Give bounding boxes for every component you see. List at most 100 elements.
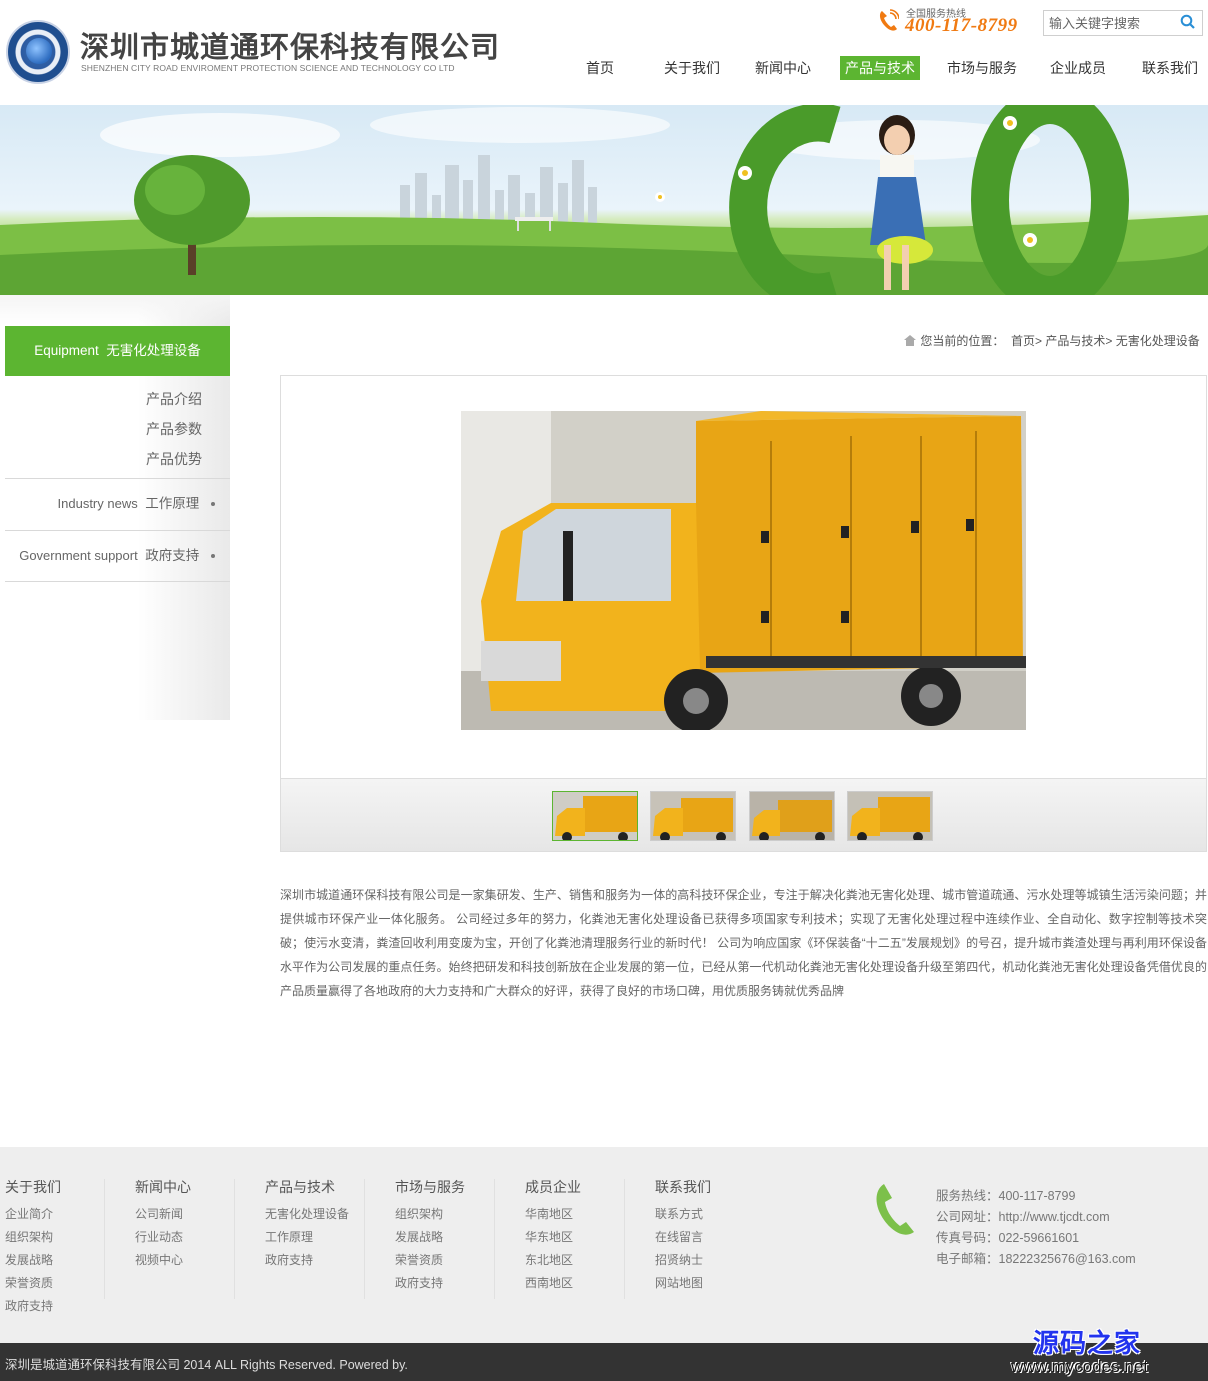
footer-link[interactable]: 联系方式	[655, 1203, 785, 1226]
breadcrumb-current[interactable]: 无害化处理设备	[1116, 334, 1200, 348]
category-en: Government support	[19, 548, 138, 563]
breadcrumb-prefix: 您当前的位置：	[920, 334, 1005, 348]
sidebar-item-product-advantages[interactable]: 产品优势	[146, 449, 202, 469]
nav-contact[interactable]: 联系我们	[1142, 56, 1198, 80]
thumbnail[interactable]	[847, 791, 933, 841]
company-description: 深圳市城道通环保科技有限公司是一家集研发、生产、销售和服务为一体的高科技环保企业…	[280, 888, 1207, 998]
main-product-photo[interactable]	[461, 411, 1026, 730]
footer-link[interactable]: 企业简介	[5, 1203, 135, 1226]
watermark-text: 源码之家	[1033, 1329, 1142, 1359]
sidebar-header-en: Equipment	[34, 343, 99, 358]
banner-image	[0, 105, 1208, 295]
contact-fax: 传真号码：022-59661601	[936, 1231, 1080, 1245]
nav-members[interactable]: 企业成员	[1050, 56, 1106, 80]
footer-link[interactable]: 华东地区	[525, 1226, 655, 1249]
hero-banner	[0, 105, 1208, 295]
category-cn: 政府支持	[145, 548, 200, 563]
footer-divider	[494, 1179, 495, 1299]
footer-link[interactable]: 组织架构	[395, 1203, 525, 1226]
sidebar-item-product-intro[interactable]: 产品介绍	[146, 389, 202, 409]
main-nav: 首页 关于我们 新闻中心 产品与技术 市场与服务 企业成员 联系我们	[570, 56, 1208, 82]
footer-link[interactable]: 在线留言	[655, 1226, 785, 1249]
company-name-en: SHENZHEN CITY ROAD ENVIROMENT PROTECTION…	[81, 63, 455, 73]
footer-link[interactable]: 东北地区	[525, 1249, 655, 1272]
header: 深圳市城道通环保科技有限公司 SHENZHEN CITY ROAD ENVIRO…	[0, 0, 1208, 105]
contact-hotline: 服务热线：400-117-8799	[936, 1189, 1076, 1203]
footer-col-title: 新闻中心	[135, 1179, 191, 1195]
footer-col-title: 成员企业	[525, 1179, 581, 1195]
footer-divider	[364, 1179, 365, 1299]
footer-col-about: 关于我们 企业简介 组织架构 发展战略 荣誉资质 政府支持	[5, 1177, 135, 1318]
thumbnail-bar	[281, 778, 1206, 851]
hotline-number: 400-117-8799	[905, 15, 1018, 36]
footer-col-market: 市场与服务 组织架构 发展战略 荣誉资质 政府支持	[395, 1177, 525, 1295]
footer-link[interactable]: 荣誉资质	[5, 1272, 135, 1295]
search-input[interactable]	[1044, 11, 1174, 35]
breadcrumb: 您当前的位置： 首页> 产品与技术> 无害化处理设备	[903, 332, 1200, 349]
phone-icon	[879, 9, 899, 31]
company-name: 深圳市城道通环保科技有限公司	[80, 30, 501, 64]
footer-link[interactable]: 视频中心	[135, 1249, 265, 1272]
footer-link[interactable]: 政府支持	[5, 1295, 135, 1318]
breadcrumb-home[interactable]: 首页	[1011, 334, 1035, 348]
footer-link[interactable]: 政府支持	[395, 1272, 525, 1295]
truck-image	[461, 411, 1026, 730]
category-cn: 工作原理	[145, 496, 200, 511]
sidebar-header-cn: 无害化处理设备	[106, 343, 201, 358]
sidebar: Equipment 无害化处理设备 产品介绍 产品参数 产品优势 Industr…	[0, 295, 230, 720]
footer-link[interactable]: 公司新闻	[135, 1203, 265, 1226]
thumbnail[interactable]	[552, 791, 638, 841]
globe-icon	[26, 38, 52, 64]
bullet-icon	[211, 502, 215, 507]
search-button[interactable]	[1174, 11, 1202, 35]
footer: 关于我们 企业简介 组织架构 发展战略 荣誉资质 政府支持 新闻中心 公司新闻 …	[0, 1147, 1208, 1343]
thumbnail[interactable]	[650, 791, 736, 841]
divider	[5, 581, 230, 582]
product-gallery	[280, 375, 1207, 852]
footer-link[interactable]: 网站地图	[655, 1272, 785, 1295]
home-icon	[904, 335, 916, 346]
breadcrumb-products[interactable]: 产品与技术	[1045, 334, 1105, 348]
search-icon	[1180, 14, 1195, 29]
thumbnail[interactable]	[749, 791, 835, 841]
search-box	[1043, 10, 1203, 36]
footer-link[interactable]: 荣誉资质	[395, 1249, 525, 1272]
sidebar-item-government-support[interactable]: Government support 政府支持	[5, 530, 230, 582]
watermark-url: www.mycodes.net	[1011, 1357, 1148, 1376]
footer-col-news: 新闻中心 公司新闻 行业动态 视频中心	[135, 1177, 265, 1272]
footer-link[interactable]: 西南地区	[525, 1272, 655, 1295]
nav-news[interactable]: 新闻中心	[755, 56, 811, 80]
category-en: Industry news	[57, 496, 138, 511]
footer-col-title: 市场与服务	[395, 1179, 465, 1195]
nav-market[interactable]: 市场与服务	[947, 56, 1017, 80]
footer-link[interactable]: 工作原理	[265, 1226, 395, 1249]
footer-col-products: 产品与技术 无害化处理设备 工作原理 政府支持	[265, 1177, 395, 1272]
footer-link[interactable]: 华南地区	[525, 1203, 655, 1226]
sidebar-item-working-principle[interactable]: Industry news 工作原理	[5, 478, 230, 530]
breadcrumb-separator: >	[1035, 334, 1043, 348]
footer-divider	[624, 1179, 625, 1299]
footer-col-title: 联系我们	[655, 1179, 711, 1195]
footer-link[interactable]: 组织架构	[5, 1226, 135, 1249]
footer-col-contact: 联系我们 联系方式 在线留言 招贤纳士 网站地图	[655, 1177, 785, 1295]
sidebar-item-product-params[interactable]: 产品参数	[146, 419, 202, 439]
nav-about[interactable]: 关于我们	[664, 56, 720, 80]
company-logo[interactable]	[6, 20, 70, 84]
footer-divider	[234, 1179, 235, 1299]
nav-home[interactable]: 首页	[586, 56, 614, 80]
footer-link[interactable]: 政府支持	[265, 1249, 395, 1272]
footer-link[interactable]: 发展战略	[5, 1249, 135, 1272]
footer-link[interactable]: 无害化处理设备	[265, 1203, 395, 1226]
contact-website[interactable]: 公司网址：http://www.tjcdt.com	[936, 1206, 1110, 1225]
sidebar-header[interactable]: Equipment 无害化处理设备	[5, 326, 230, 376]
page: 深圳市城道通环保科技有限公司 SHENZHEN CITY ROAD ENVIRO…	[0, 0, 1208, 1381]
footer-col-title: 产品与技术	[265, 1179, 335, 1195]
footer-link[interactable]: 招贤纳士	[655, 1249, 785, 1272]
copyright-text: 深圳是城道通环保科技有限公司 2014 ALL Rights Reserved.…	[5, 1358, 408, 1372]
footer-link[interactable]: 行业动态	[135, 1226, 265, 1249]
footer-col-members: 成员企业 华南地区 华东地区 东北地区 西南地区	[525, 1177, 655, 1295]
footer-link[interactable]: 发展战略	[395, 1226, 525, 1249]
contact-email[interactable]: 电子邮箱：18222325676@163.com	[936, 1248, 1136, 1267]
nav-products[interactable]: 产品与技术	[840, 56, 920, 80]
breadcrumb-separator: >	[1105, 334, 1113, 348]
